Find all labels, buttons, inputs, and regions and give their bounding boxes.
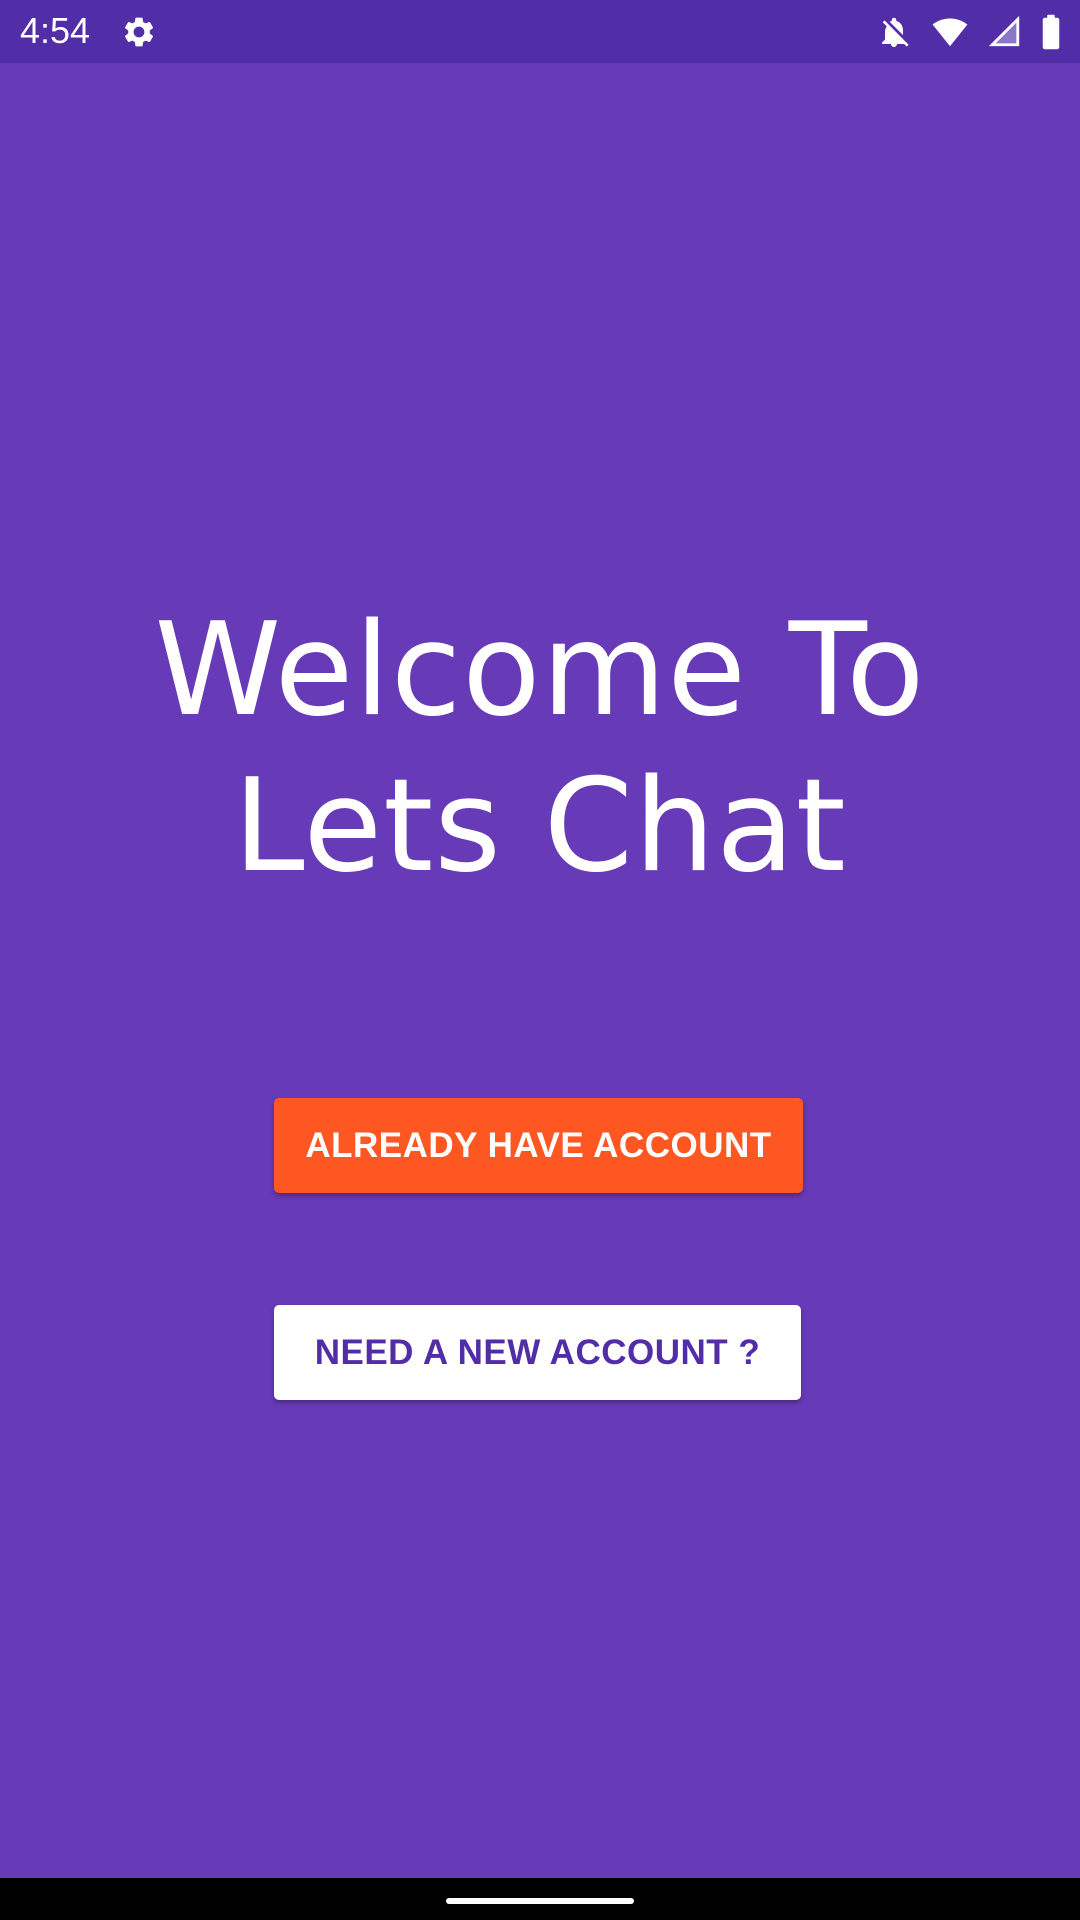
status-bar: 4:54: [0, 0, 1080, 63]
status-time: 4:54: [20, 10, 91, 51]
battery-icon: [1042, 14, 1060, 50]
settings-gear-icon: [124, 17, 154, 47]
status-icons: [876, 12, 1062, 52]
welcome-screen: Welcome To Lets Chat ALREADY HAVE ACCOUN…: [0, 63, 1080, 1878]
cellular-signal-icon: [988, 15, 1020, 47]
welcome-title-line1: Welcome To: [154, 596, 926, 745]
login-button[interactable]: ALREADY HAVE ACCOUNT: [274, 1098, 803, 1193]
welcome-title-line2: Lets Chat: [233, 752, 847, 901]
screen: 4:54 Welcome To Lets Chat ALREADY HAVE A…: [0, 0, 1080, 1920]
wifi-icon: [932, 18, 968, 47]
register-button[interactable]: NEED A NEW ACCOUNT ?: [274, 1305, 801, 1400]
welcome-title: Welcome To Lets Chat: [0, 593, 1080, 905]
notifications-off-icon: [882, 17, 909, 47]
navigation-bar: [0, 1878, 1080, 1920]
home-gesture-handle[interactable]: [446, 1898, 634, 1904]
